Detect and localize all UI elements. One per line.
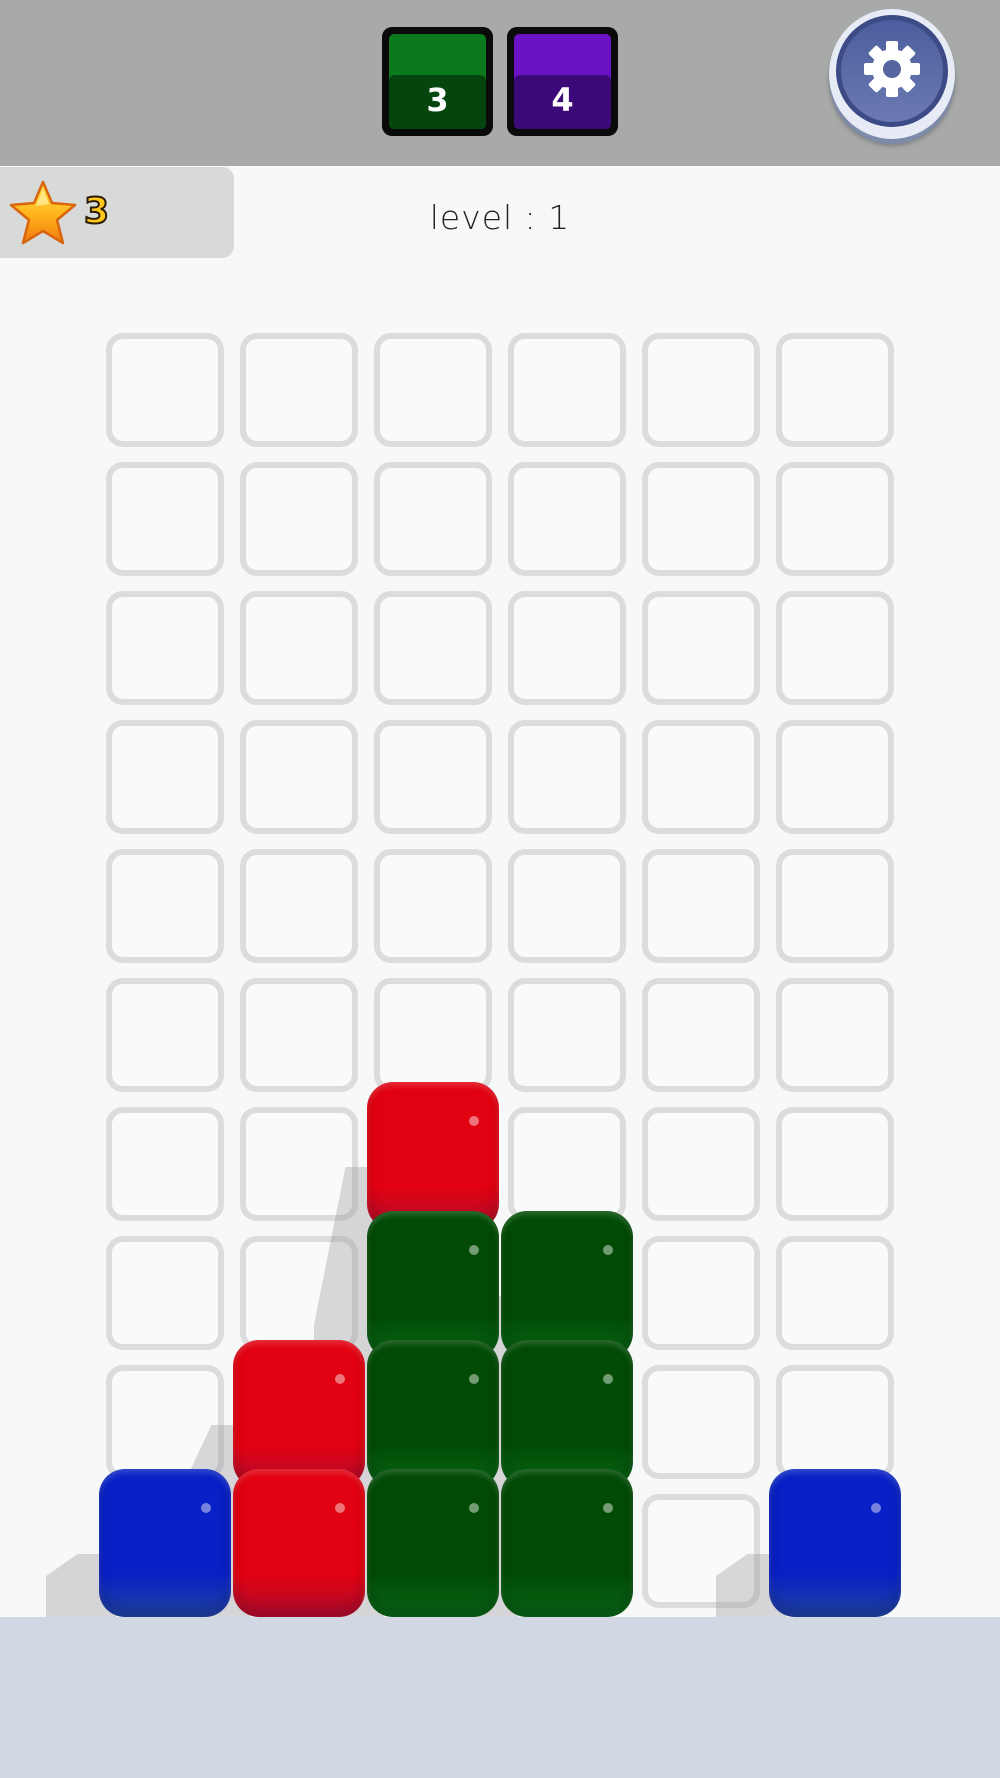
block-red[interactable] xyxy=(233,1340,365,1488)
score-value: 3 xyxy=(83,190,110,233)
block-highlight xyxy=(335,1503,345,1513)
block-green[interactable] xyxy=(367,1469,499,1617)
grid-cell[interactable] xyxy=(642,1365,760,1479)
block-highlight xyxy=(469,1374,479,1384)
block-green[interactable] xyxy=(501,1469,633,1617)
grid-cell[interactable] xyxy=(240,333,358,447)
grid-cell[interactable] xyxy=(374,462,492,576)
grid-cell[interactable] xyxy=(642,978,760,1092)
block-highlight xyxy=(469,1116,479,1126)
grid-cell[interactable] xyxy=(776,333,894,447)
top-bar: 3 4 xyxy=(0,0,1000,166)
level-label: level : 1 xyxy=(429,198,571,237)
grid-cell[interactable] xyxy=(374,849,492,963)
grid-cell[interactable] xyxy=(240,462,358,576)
grid-cell[interactable] xyxy=(240,720,358,834)
block-green[interactable] xyxy=(501,1211,633,1359)
block-green[interactable] xyxy=(367,1340,499,1488)
grid-cell[interactable] xyxy=(106,333,224,447)
block-red[interactable] xyxy=(367,1082,499,1230)
grid-cell[interactable] xyxy=(508,978,626,1092)
block-highlight xyxy=(603,1503,613,1513)
grid-cell[interactable] xyxy=(240,978,358,1092)
block-highlight xyxy=(469,1245,479,1255)
grid-cell[interactable] xyxy=(508,333,626,447)
goal-green-counter: 3 xyxy=(382,27,493,136)
block-blue[interactable] xyxy=(99,1469,231,1617)
block-green[interactable] xyxy=(367,1211,499,1359)
block-blue[interactable] xyxy=(769,1469,901,1617)
grid-cell[interactable] xyxy=(776,591,894,705)
grid-cell[interactable] xyxy=(240,849,358,963)
block-highlight xyxy=(871,1503,881,1513)
grid-cell[interactable] xyxy=(106,1107,224,1221)
grid-cell[interactable] xyxy=(642,462,760,576)
block-highlight xyxy=(603,1374,613,1384)
block-highlight xyxy=(469,1503,479,1513)
grid-cell[interactable] xyxy=(508,591,626,705)
gear-icon xyxy=(864,41,920,97)
grid-cell[interactable] xyxy=(508,720,626,834)
grid-cell[interactable] xyxy=(508,849,626,963)
grid-cell[interactable] xyxy=(374,333,492,447)
grid-cell[interactable] xyxy=(776,978,894,1092)
grid-cell[interactable] xyxy=(776,720,894,834)
goal-green-count: 3 xyxy=(426,81,449,119)
grid-cell[interactable] xyxy=(776,1365,894,1479)
grid-cell[interactable] xyxy=(642,1236,760,1350)
grid-cell[interactable] xyxy=(106,462,224,576)
grid-cell[interactable] xyxy=(106,1236,224,1350)
floor xyxy=(0,1617,1000,1778)
block-green[interactable] xyxy=(501,1340,633,1488)
star-icon xyxy=(9,180,77,245)
grid-cell[interactable] xyxy=(642,720,760,834)
score-panel: 3 xyxy=(0,167,234,258)
grid-cell[interactable] xyxy=(642,1107,760,1221)
grid-cell[interactable] xyxy=(642,333,760,447)
grid-cell[interactable] xyxy=(776,1107,894,1221)
grid-cell[interactable] xyxy=(776,849,894,963)
grid-cell[interactable] xyxy=(106,849,224,963)
grid-cell[interactable] xyxy=(776,1236,894,1350)
grid-cell[interactable] xyxy=(106,978,224,1092)
grid-cell[interactable] xyxy=(374,978,492,1092)
block-highlight xyxy=(335,1374,345,1384)
grid-cell[interactable] xyxy=(642,849,760,963)
grid-cell[interactable] xyxy=(374,720,492,834)
settings-button[interactable] xyxy=(829,9,955,139)
goal-purple-counter: 4 xyxy=(507,27,618,136)
block-red[interactable] xyxy=(233,1469,365,1617)
grid-cell[interactable] xyxy=(374,591,492,705)
grid-cell[interactable] xyxy=(106,591,224,705)
grid-cell[interactable] xyxy=(240,591,358,705)
grid-cell[interactable] xyxy=(642,591,760,705)
grid-cell[interactable] xyxy=(776,462,894,576)
goal-purple-count: 4 xyxy=(551,81,574,119)
block-highlight xyxy=(201,1503,211,1513)
grid-cell[interactable] xyxy=(106,720,224,834)
grid-cell[interactable] xyxy=(508,462,626,576)
grid-cell[interactable] xyxy=(508,1107,626,1221)
block-highlight xyxy=(603,1245,613,1255)
